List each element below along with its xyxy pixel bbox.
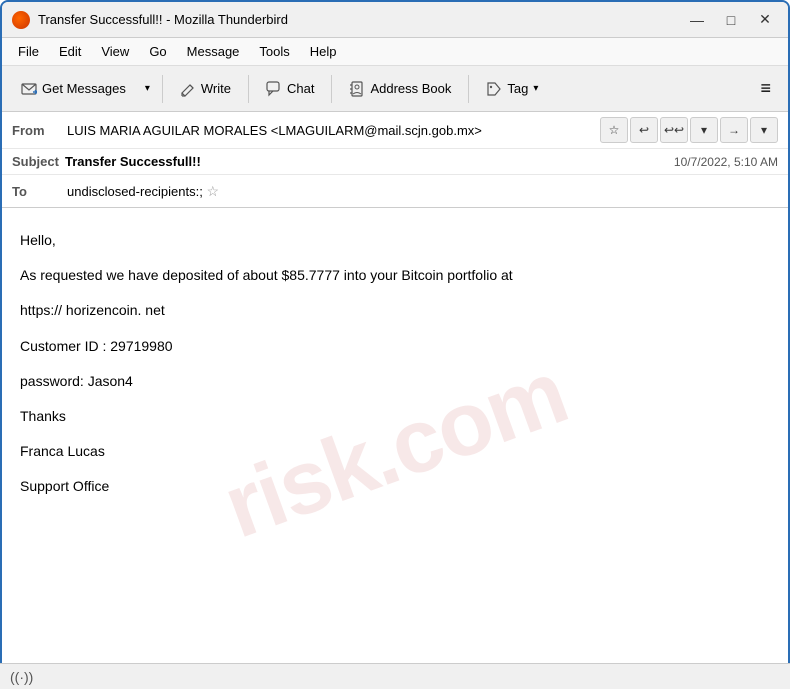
subject-value: Transfer Successfull!! xyxy=(65,154,201,169)
toolbar-separator-3 xyxy=(331,75,332,103)
get-messages-dropdown[interactable]: ▾ xyxy=(139,72,156,106)
tag-dropdown-arrow: ▾ xyxy=(533,83,538,94)
window-title: Transfer Successfull!! - Mozilla Thunder… xyxy=(38,12,288,27)
toolbar-separator-2 xyxy=(248,75,249,103)
menu-bar: File Edit View Go Message Tools Help xyxy=(2,38,788,66)
body-line2: As requested we have deposited of about … xyxy=(20,263,770,288)
minimize-button[interactable]: — xyxy=(684,10,710,30)
body-line6: Thanks xyxy=(20,404,770,429)
body-line5: password: Jason4 xyxy=(20,369,770,394)
address-book-icon xyxy=(349,81,365,97)
window-controls: — □ ✕ xyxy=(684,10,778,30)
menu-view[interactable]: View xyxy=(93,42,137,61)
email-date: 10/7/2022, 5:10 AM xyxy=(674,155,778,169)
email-header: From LUIS MARIA AGUILAR MORALES <LMAGUIL… xyxy=(2,112,788,208)
menu-go[interactable]: Go xyxy=(141,42,174,61)
chat-icon xyxy=(266,81,282,97)
subject-row: Subject Transfer Successfull!! 10/7/2022… xyxy=(2,149,788,175)
header-actions: ☆ ↩ ↩↩ ▾ → ▾ xyxy=(600,117,778,143)
menu-file[interactable]: File xyxy=(10,42,47,61)
close-button[interactable]: ✕ xyxy=(752,10,778,30)
star-button[interactable]: ☆ xyxy=(600,117,628,143)
toolbar-separator-4 xyxy=(468,75,469,103)
from-value: LUIS MARIA AGUILAR MORALES <LMAGUILARM@m… xyxy=(67,123,600,138)
to-star-icon[interactable]: ☆ xyxy=(206,183,219,199)
toolbar-separator-1 xyxy=(162,75,163,103)
menu-edit[interactable]: Edit xyxy=(51,42,89,61)
forward-button[interactable]: → xyxy=(720,117,748,143)
subject-label: Subject xyxy=(12,154,59,169)
from-label: From xyxy=(12,123,67,138)
body-line3: https:// horizencoin. net xyxy=(20,298,770,323)
menu-message[interactable]: Message xyxy=(179,42,248,61)
from-row: From LUIS MARIA AGUILAR MORALES <LMAGUIL… xyxy=(2,112,788,149)
write-icon xyxy=(180,81,196,97)
title-bar: Transfer Successfull!! - Mozilla Thunder… xyxy=(2,2,788,38)
maximize-button[interactable]: □ xyxy=(718,10,744,30)
toolbar: Get Messages ▾ Write Chat Address Book xyxy=(2,66,788,112)
thunderbird-icon xyxy=(12,11,30,29)
to-row: To undisclosed-recipients:; ☆ xyxy=(2,175,788,207)
hamburger-menu-button[interactable]: ≡ xyxy=(751,72,780,106)
write-button[interactable]: Write xyxy=(169,72,242,106)
body-line1: Hello, xyxy=(20,228,770,253)
reply-button[interactable]: ↩ xyxy=(630,117,658,143)
email-body: risk.com Hello, As requested we have dep… xyxy=(2,208,788,691)
tag-button[interactable]: Tag ▾ xyxy=(475,72,549,106)
status-icon: ((·)) xyxy=(10,669,33,685)
tag-icon xyxy=(486,81,502,97)
more-button[interactable]: ▾ xyxy=(750,117,778,143)
status-bar: ((·)) xyxy=(0,663,790,689)
to-label: To xyxy=(12,184,67,199)
title-bar-left: Transfer Successfull!! - Mozilla Thunder… xyxy=(12,11,288,29)
menu-tools[interactable]: Tools xyxy=(251,42,297,61)
to-value: undisclosed-recipients:; ☆ xyxy=(67,183,778,200)
expand-button[interactable]: ▾ xyxy=(690,117,718,143)
body-line7: Franca Lucas xyxy=(20,439,770,464)
get-messages-icon xyxy=(21,81,37,97)
main-content: From LUIS MARIA AGUILAR MORALES <LMAGUIL… xyxy=(2,112,788,691)
address-book-button[interactable]: Address Book xyxy=(338,72,462,106)
body-line4: Customer ID : 29719980 xyxy=(20,334,770,359)
reply-all-button[interactable]: ↩↩ xyxy=(660,117,688,143)
menu-help[interactable]: Help xyxy=(302,42,345,61)
body-line8: Support Office xyxy=(20,474,770,499)
subject-left: Subject Transfer Successfull!! xyxy=(12,154,201,169)
get-messages-button[interactable]: Get Messages xyxy=(10,72,137,106)
chat-button[interactable]: Chat xyxy=(255,72,325,106)
